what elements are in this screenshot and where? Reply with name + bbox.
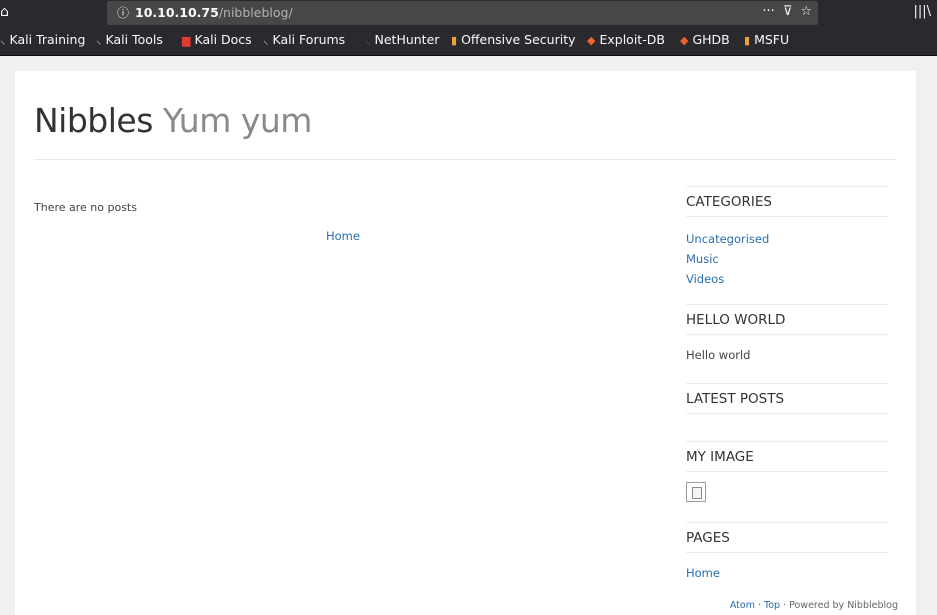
bookmark-msfu[interactable]: ▮ MSFU <box>744 32 789 49</box>
bookmark-label: Kali Forums <box>272 32 346 47</box>
bookmark-ghdb[interactable]: ◆ GHDB <box>680 32 730 49</box>
kali-docs-icon: ▆ <box>182 34 191 47</box>
top-link[interactable]: Top <box>764 600 780 611</box>
exploit-db-icon: ◆ <box>587 34 596 47</box>
bookmark-exploit-db[interactable]: ◆ Exploit-DB <box>587 32 665 49</box>
bookmark-label: MSFU <box>754 32 790 47</box>
widget-content <box>686 472 888 508</box>
bookmark-kali-training[interactable]: ⸜ Kali Training <box>0 32 85 49</box>
kali-dragon-icon: ⸜ <box>0 34 6 47</box>
category-link-uncategorised[interactable]: Uncategorised <box>686 229 888 249</box>
widget-title: CATEGORIES <box>686 186 888 217</box>
widget-latest-posts: LATEST POSTS <box>686 383 888 414</box>
bookmark-label: NetHunter <box>374 32 440 47</box>
exploit-db-icon: ◆ <box>680 34 689 47</box>
site-title: Nibbles Yum yum <box>34 101 312 141</box>
url-text[interactable]: 10.10.10.75/nibbleblog/ <box>135 5 293 21</box>
widget-title: LATEST POSTS <box>686 383 888 414</box>
kali-dragon-icon: ⸜ <box>96 34 102 47</box>
home-icon[interactable]: ⌂ <box>0 4 12 20</box>
page-actions: ··· ⊽ ☆ <box>754 3 812 21</box>
pocket-icon[interactable]: ⊽ <box>783 4 793 19</box>
library-icon[interactable]: |||\ <box>913 4 931 20</box>
bookmark-kali-docs[interactable]: ▆ Kali Docs <box>182 32 252 49</box>
footer: Atom · Top · Powered by Nibbleblog <box>730 600 898 612</box>
meatball-menu-icon[interactable]: ··· <box>762 4 774 19</box>
bookmark-kali-forums[interactable]: ⸜ Kali Forums <box>263 32 345 49</box>
site-slogan: Yum yum <box>162 101 313 140</box>
no-posts-message: There are no posts <box>34 201 137 214</box>
sidebar: CATEGORIES Uncategorised Music Videos HE… <box>686 186 888 583</box>
widget-my-image: MY IMAGE <box>686 441 888 508</box>
url-bar[interactable]: ⓘ 10.10.10.75/nibbleblog/ ··· ⊽ ☆ <box>107 1 818 25</box>
star-icon[interactable]: ☆ <box>800 4 812 19</box>
widget-content: Hello world <box>686 335 888 365</box>
bookmark-label: Kali Tools <box>105 32 163 47</box>
site-name: Nibbles <box>34 101 153 140</box>
nethunter-icon: ⸜ <box>365 34 371 47</box>
offsec-icon: ▮ <box>744 34 751 47</box>
bookmark-label: GHDB <box>692 32 730 47</box>
bookmark-label: Offensive Security <box>461 32 576 47</box>
bookmark-label: Kali Docs <box>194 32 252 47</box>
home-link[interactable]: Home <box>326 229 360 243</box>
widget-categories: CATEGORIES Uncategorised Music Videos <box>686 186 888 289</box>
url-path: /nibbleblog/ <box>218 5 293 20</box>
page-list: Home <box>686 553 888 583</box>
info-icon[interactable]: ⓘ <box>117 5 129 21</box>
bookmark-nethunter[interactable]: ⸜ NetHunter <box>365 32 439 49</box>
widget-title: HELLO WORLD <box>686 304 888 335</box>
bookmark-label: Kali Training <box>9 32 86 47</box>
bookmark-offensive-security[interactable]: ▮ Offensive Security <box>451 32 576 49</box>
header-divider <box>34 159 896 160</box>
powered-by-text: Powered by Nibbleblog <box>789 600 898 611</box>
offsec-icon: ▮ <box>451 34 458 47</box>
category-link-videos[interactable]: Videos <box>686 269 888 289</box>
bookmarks-toolbar: ⸜ Kali Training ⸜ Kali Tools ▆ Kali Docs ⸜ K… <box>0 26 937 56</box>
kali-dragon-icon: ⸜ <box>263 34 269 47</box>
url-host: 10.10.10.75 <box>135 5 219 20</box>
hello-world-text: Hello world <box>686 348 751 362</box>
bookmark-label: Exploit-DB <box>599 32 665 47</box>
footer-separator: · <box>754 600 765 611</box>
category-link-music[interactable]: Music <box>686 249 888 269</box>
broken-image-icon <box>686 482 706 502</box>
widget-pages: PAGES Home <box>686 522 888 583</box>
widget-title: MY IMAGE <box>686 441 888 472</box>
widget-title: PAGES <box>686 522 888 553</box>
page-link-home[interactable]: Home <box>686 563 888 583</box>
browser-toolbar: ⌂ ⓘ 10.10.10.75/nibbleblog/ ··· ⊽ ☆ |||\ <box>0 0 937 26</box>
footer-separator: · <box>780 600 790 611</box>
atom-link[interactable]: Atom <box>730 600 755 611</box>
widget-hello-world: HELLO WORLD Hello world <box>686 304 888 365</box>
page-container: Nibbles Yum yum There are no posts Home … <box>15 71 916 615</box>
bookmark-kali-tools[interactable]: ⸜ Kali Tools <box>96 32 163 49</box>
category-list: Uncategorised Music Videos <box>686 217 888 289</box>
